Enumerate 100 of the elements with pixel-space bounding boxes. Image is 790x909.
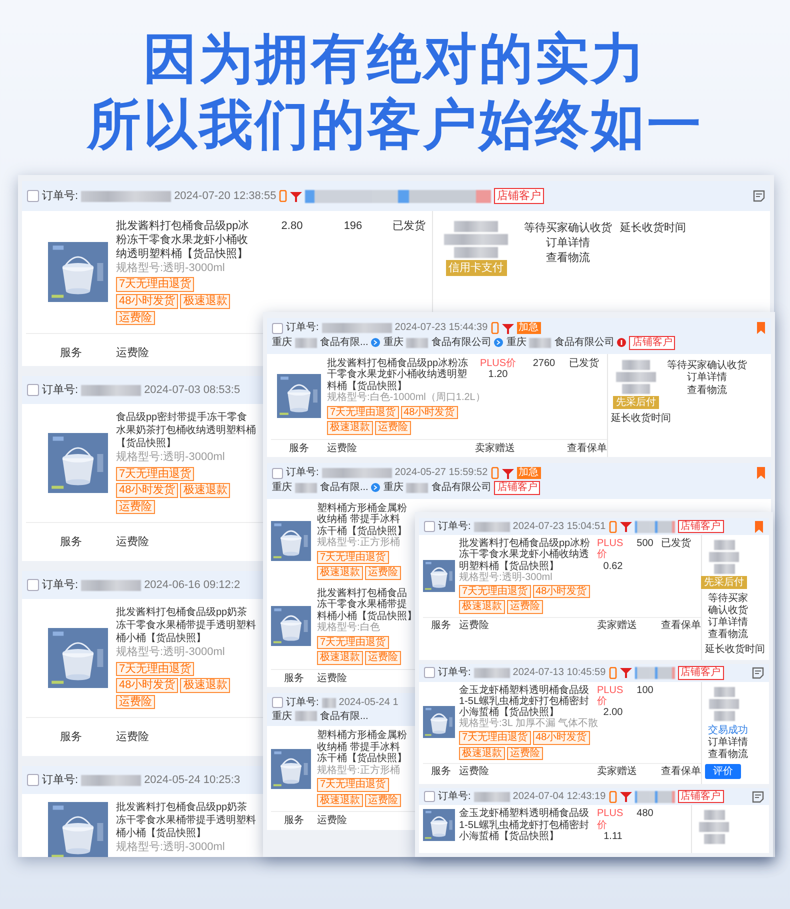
footer-link[interactable]: 服务: [60, 730, 82, 745]
order-label: 订单号:: [286, 322, 319, 334]
action-link[interactable]: 查看物流: [546, 251, 590, 266]
product-title[interactable]: 批发酱料打包桶食品: [317, 588, 407, 599]
footer-link[interactable]: 运费险: [317, 672, 347, 684]
service-tag: 48小时发货: [532, 584, 590, 598]
extend-link[interactable]: 延长收货时间: [620, 221, 686, 276]
redacted-text: [616, 372, 656, 382]
product-title[interactable]: 桶小桶【货品快照】: [116, 828, 206, 840]
footer-link[interactable]: 卖家赠送: [597, 620, 637, 632]
action-link[interactable]: 订单详情: [687, 372, 727, 384]
product-title[interactable]: 水果奶茶打包桶收纳透明塑料桶: [116, 424, 256, 438]
footer-link[interactable]: 服务: [284, 672, 304, 684]
checkbox[interactable]: [272, 322, 283, 334]
price-label: PLUS价: [597, 808, 624, 831]
quantity: 100: [636, 684, 654, 696]
order-label: 订单号:: [438, 521, 471, 532]
footer-link[interactable]: 服务: [289, 442, 309, 454]
action-link[interactable]: 查看物流: [708, 748, 748, 760]
checkbox[interactable]: [272, 468, 283, 478]
price: 2.00: [603, 706, 623, 718]
product-title[interactable]: 金玉龙虾桶塑料透明桶食品级1-5L螺乳虫桶龙虾打包桶密封小海蜇桶【货品快照】: [459, 808, 593, 842]
product-title[interactable]: 批发酱料打包桶食品级pp冰粉冻干零食水果龙虾小桶收纳透明塑料桶【货品快照】: [459, 538, 593, 572]
product-title[interactable]: 收纳桶 带提手冰料: [317, 514, 400, 526]
footer-link[interactable]: 服务: [60, 535, 82, 550]
product-title[interactable]: 塑料桶方形桶金属粉: [317, 730, 407, 742]
product-title[interactable]: 批发酱料打包桶食品级pp冰粉冻干零食水果龙虾小桶收纳透明塑料桶【货品快照】: [327, 358, 469, 392]
product-title[interactable]: 冻干零食水果桶带提手透明塑料: [116, 620, 256, 633]
review-button[interactable]: 评价: [705, 764, 741, 780]
phone-icon: [490, 322, 499, 334]
service-tag: 极速退款: [180, 678, 230, 693]
extend-link[interactable]: 延长收货时间: [705, 644, 765, 656]
service-tag: 极速退款: [317, 566, 363, 580]
footer-link[interactable]: 服务: [284, 815, 304, 826]
redacted-text: [714, 686, 734, 696]
product-title[interactable]: 【货品快照】: [116, 438, 176, 450]
price: 1.20: [488, 369, 508, 380]
service-tag: 48小时发货: [116, 483, 178, 498]
order-label: 订单号:: [438, 791, 471, 802]
redacted-text: [714, 710, 734, 720]
service-tag: 7天无理由退货: [459, 584, 531, 598]
footer-link[interactable]: 运费险: [116, 346, 149, 360]
footer-link[interactable]: 运费险: [116, 535, 149, 550]
footer-link[interactable]: 运费险: [327, 442, 357, 454]
footer-link[interactable]: 卖家赠送: [597, 766, 637, 778]
order-label: 订单号:: [42, 189, 78, 204]
footer-link[interactable]: 查看保单: [567, 442, 607, 454]
action-link[interactable]: 查看物流: [687, 384, 727, 396]
redacted-text: [322, 323, 392, 333]
service-tag: 7天无理由退货: [116, 277, 194, 292]
checkbox[interactable]: [424, 521, 435, 532]
redacted-text: [406, 338, 428, 348]
checkbox[interactable]: [27, 579, 39, 592]
action-link[interactable]: 订单详情: [708, 616, 748, 628]
product-title[interactable]: 桶小桶【货品快照】: [116, 632, 206, 646]
price: 2.80: [281, 219, 303, 234]
footer-link[interactable]: 卖家赠送: [475, 442, 515, 454]
product-title[interactable]: 批发酱料打包桶食品级pp奶茶: [116, 607, 248, 620]
order-status: 交易成功: [708, 724, 748, 736]
bookmark-icon: [754, 520, 764, 533]
footer-link[interactable]: 运费险: [459, 766, 489, 778]
order-date: 2024-05-27 15:59:52: [394, 467, 488, 479]
product-title[interactable]: 批发酱料打包桶食品级pp奶茶: [116, 802, 248, 815]
customer-tag: 店铺客户: [494, 481, 540, 494]
action-link[interactable]: 查看物流: [708, 628, 748, 640]
checkbox[interactable]: [27, 190, 39, 202]
product-title[interactable]: 冻干零食水果桶带提: [317, 599, 407, 610]
checkbox[interactable]: [424, 667, 435, 678]
product-title[interactable]: 料桶小桶【货品快照】: [317, 610, 417, 622]
footer-link[interactable]: 查看保单: [661, 620, 701, 632]
product-title[interactable]: 批发酱料打包桶食品级pp冰粉冻干零食水果龙虾小桶收纳透明塑料桶【货品快照】: [116, 219, 256, 262]
product-title[interactable]: 冻干桶【货品快照】: [317, 753, 407, 764]
product-title[interactable]: 冻干零食水果桶带提手透明塑料: [116, 814, 256, 828]
action-link[interactable]: 订单详情: [546, 236, 590, 250]
checkbox[interactable]: [27, 384, 39, 396]
checkbox[interactable]: [424, 791, 435, 802]
order-label: 订单号:: [42, 578, 78, 592]
footer-link[interactable]: 运费险: [116, 730, 149, 745]
action-link[interactable]: 订单详情: [708, 736, 748, 748]
phone-icon: [608, 520, 617, 533]
product-title[interactable]: 食品级pp密封带提手冻干零食: [116, 412, 248, 425]
footer-link[interactable]: 服务: [60, 346, 82, 360]
product-title[interactable]: 塑料桶方形桶金属粉: [317, 502, 407, 514]
product-title[interactable]: 金玉龙虾桶塑料透明桶食品级1-5L螺乳虫桶龙虾打包桶密封小海蜇桶【货品快照】: [459, 684, 593, 718]
checkbox[interactable]: [27, 774, 39, 786]
footer-link[interactable]: 运费险: [317, 815, 347, 826]
product-title[interactable]: 收纳桶 带提手冰料: [317, 742, 400, 753]
footer-link[interactable]: 服务: [431, 620, 451, 632]
footer-link[interactable]: 查看保单: [661, 766, 701, 778]
extend-link[interactable]: 延长收货时间: [611, 413, 671, 424]
service-tag: 7天无理由退货: [116, 662, 194, 676]
checkbox[interactable]: [272, 697, 283, 708]
product-title[interactable]: 冻干桶【货品快照】: [317, 526, 407, 537]
phone-icon: [279, 190, 288, 202]
customer-tag: 店铺客户: [678, 666, 724, 680]
footer-link[interactable]: 服务: [431, 766, 451, 778]
footer-link[interactable]: 运费险: [459, 620, 489, 632]
redacted-text: [622, 360, 650, 370]
order-date: 2024-07-03 08:53:5: [144, 383, 240, 398]
redacted-text: [322, 468, 392, 478]
